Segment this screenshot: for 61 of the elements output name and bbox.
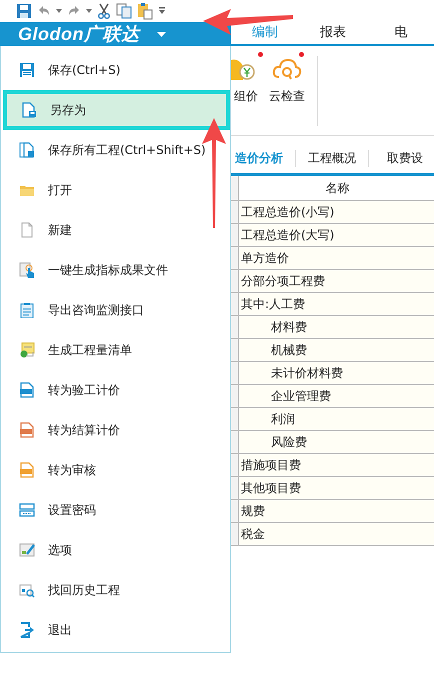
table-cell: 措施项目费 xyxy=(241,456,301,474)
table-cell: 税金 xyxy=(241,526,265,542)
gsc-file-icon xyxy=(19,422,35,438)
menu-item[interactable]: 转为结算计价 xyxy=(1,410,230,450)
table-cell: 材料费 xyxy=(271,318,307,336)
list-icon xyxy=(19,342,35,358)
table-cell: 工程总造价(小写) xyxy=(241,204,334,220)
table-cell: 未计价材料费 xyxy=(271,364,343,382)
exit-icon xyxy=(19,622,35,638)
calendar-search-icon xyxy=(19,582,35,598)
table-cell: 利润 xyxy=(271,410,295,428)
password-icon xyxy=(19,502,35,518)
documents-save-icon xyxy=(19,142,35,158)
ribbon-button[interactable]: 组价 xyxy=(231,56,265,105)
menu-item[interactable]: 选项 xyxy=(1,530,230,570)
gsh-file-icon xyxy=(19,462,35,478)
table-cell: 机械费 xyxy=(271,342,307,358)
ribbon-button[interactable]: 云检查 xyxy=(265,56,309,105)
hand-pointer-icon xyxy=(19,262,35,278)
table-cell: 其他项目费 xyxy=(241,480,301,496)
menu-item[interactable]: 导出咨询监测接口 xyxy=(1,290,230,330)
caret-icon[interactable] xyxy=(86,9,92,13)
save-icon[interactable] xyxy=(16,3,32,19)
ribbon-tab[interactable]: 电 xyxy=(367,22,434,44)
menu-item[interactable]: 一键生成指标成果文件 xyxy=(1,250,230,290)
menu-item[interactable]: 打开 xyxy=(1,170,230,210)
cloud-search-icon xyxy=(272,56,302,82)
caret-icon[interactable] xyxy=(157,32,166,36)
caret-icon[interactable] xyxy=(56,9,62,13)
table-cell: 工程总造价(大写) xyxy=(241,226,334,244)
table-cell: 企业管理费 xyxy=(271,388,331,404)
logo: Glodon广联达 xyxy=(18,23,140,46)
scissors-icon[interactable] xyxy=(97,3,111,19)
menu-item[interactable]: 设置密码 xyxy=(1,490,230,530)
copy-icon[interactable] xyxy=(116,3,132,19)
more-icon[interactable] xyxy=(158,6,166,16)
document-tab[interactable]: 工程概况 xyxy=(296,150,369,167)
menu-item[interactable]: 新建 xyxy=(1,210,230,250)
menu-item[interactable]: 生成工程量清单 xyxy=(1,330,230,370)
gpv-file-icon xyxy=(19,382,35,398)
table-cell: 单方造价 xyxy=(241,250,289,266)
edit-icon xyxy=(19,542,35,558)
save-icon xyxy=(19,62,35,78)
document-save-icon xyxy=(21,102,37,118)
table-cell: 分部分项工程费 xyxy=(241,272,325,290)
document-tab[interactable]: 取费设 xyxy=(369,150,434,167)
table-cell: 其中:人工费 xyxy=(241,296,306,312)
column-header: 名称 xyxy=(324,180,350,196)
menu-item[interactable]: 转为验工计价 xyxy=(1,370,230,410)
menu-item[interactable]: 保存(Ctrl+S) xyxy=(1,50,230,90)
document-icon xyxy=(19,222,35,238)
menu-item[interactable]: 找回历史工程 xyxy=(1,570,230,610)
menu-item[interactable]: 保存所有工程(Ctrl+Shift+S) xyxy=(1,130,230,170)
table-cell: 风险费 xyxy=(271,434,307,450)
menu-item[interactable]: 另存为 xyxy=(3,90,230,130)
menu-item[interactable]: 转为审核 xyxy=(1,450,230,490)
paste-icon[interactable] xyxy=(137,2,153,20)
clipboard-icon xyxy=(19,302,35,318)
table-cell: 规费 xyxy=(241,502,265,520)
menu-item[interactable]: 退出 xyxy=(1,610,230,650)
ribbon-tab[interactable]: 报表 xyxy=(299,22,367,44)
